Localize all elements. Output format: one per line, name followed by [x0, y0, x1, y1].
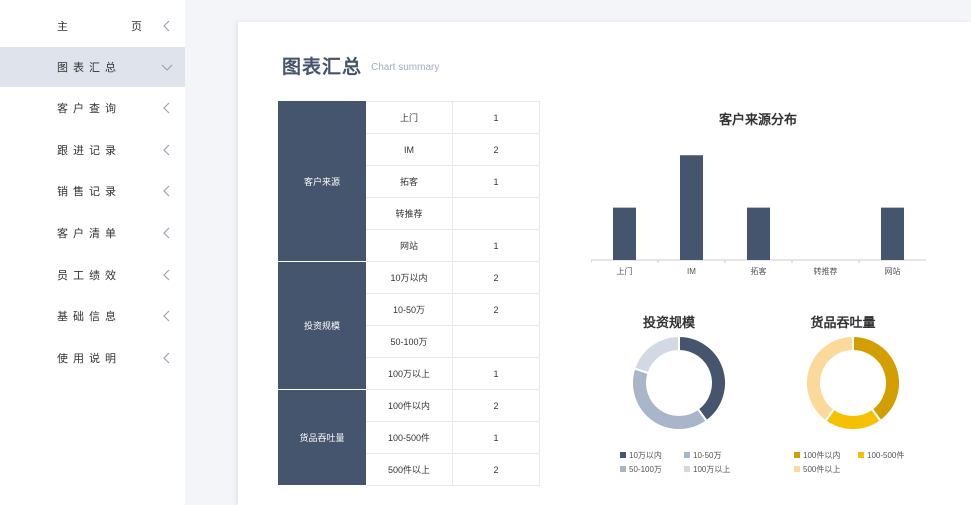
content-panel: 图表汇总 Chart summary 客户来源 上门 1 IM 2 拓客 1 转…: [238, 22, 971, 505]
x-tick-label: 转推荐: [814, 266, 838, 276]
legend-label: 10-50万: [693, 451, 721, 460]
row-label: 上门: [365, 101, 453, 134]
x-tick-label: IM: [687, 267, 696, 276]
sidebar-item-label: 销售记录: [57, 186, 121, 198]
sidebar: 主 页 图表汇总 客户查询 跟进记录 销售记录 客户清单 员工绩效 基础信息 使…: [0, 0, 185, 505]
donut-slice: [805, 336, 854, 423]
sidebar-item-user-guide[interactable]: 使用说明: [0, 338, 185, 378]
row-value: 2: [452, 261, 540, 294]
row-value: 1: [452, 229, 540, 262]
legend-label: 100万以上: [693, 465, 730, 474]
chevron-left-icon: [163, 185, 170, 197]
chevron-left-icon: [163, 227, 170, 239]
sidebar-item-follow-up[interactable]: 跟进记录: [0, 130, 185, 170]
row-label: 100万以上: [365, 357, 453, 390]
bar-chart: 上门 IM 拓客 转推荐 网站: [591, 155, 926, 276]
sidebar-item-label: 使用说明: [57, 353, 121, 365]
row-label: 10-50万: [365, 293, 453, 326]
row-label: 拓客: [365, 165, 453, 198]
legend-swatch: [684, 452, 690, 458]
legend-label: 10万以内: [629, 450, 662, 460]
sidebar-item-label: 跟进记录: [57, 145, 121, 157]
row-value: 1: [452, 421, 540, 454]
sidebar-item-basic-info[interactable]: 基础信息: [0, 296, 185, 336]
legend-label: 100-500件: [867, 450, 904, 460]
sidebar-item-label: 基础信息: [57, 311, 121, 323]
x-tick-label: 上门: [617, 266, 633, 276]
legend-swatch: [620, 452, 626, 458]
donut-chart-title: 货品吞吐量: [810, 315, 876, 330]
bar: [881, 207, 904, 260]
chevron-left-icon: [163, 352, 170, 364]
sidebar-item-home[interactable]: 主 页: [0, 6, 185, 46]
group-cell: 客户来源: [278, 101, 366, 262]
page-title: 图表汇总: [282, 57, 363, 78]
row-value: 1: [452, 165, 540, 198]
sidebar-item-customer-query[interactable]: 客户查询: [0, 88, 185, 128]
sidebar-item-label: 员工绩效: [57, 270, 121, 282]
chevron-left-icon: [163, 310, 170, 322]
row-label: 100件以内: [365, 389, 453, 422]
bar-chart-title: 客户来源分布: [718, 112, 797, 127]
donut-chart-title: 投资规模: [642, 315, 695, 330]
row-value: 2: [452, 133, 540, 166]
x-tick-label: 拓客: [751, 266, 767, 276]
table-row: 货品吞吐量 100件以内 2: [278, 389, 540, 486]
sidebar-item-label: 主 页: [57, 21, 173, 33]
table-row: 投资规模 10万以内 2: [278, 261, 540, 390]
row-value: 1: [452, 357, 540, 390]
legend-label: 100件以内: [803, 450, 840, 460]
chevron-left-icon: [163, 269, 170, 281]
row-label: 10万以内: [365, 261, 453, 294]
sidebar-item-chart-summary[interactable]: 图表汇总: [0, 47, 185, 87]
group-cell: 投资规模: [278, 261, 366, 390]
row-value: 2: [452, 453, 540, 486]
donut-slice: [678, 336, 727, 423]
donut-slice: [631, 367, 709, 431]
group-cell: 货品吞吐量: [278, 389, 366, 486]
sidebar-item-label: 客户查询: [57, 103, 121, 115]
legend-swatch: [620, 466, 626, 472]
sidebar-item-customer-list[interactable]: 客户清单: [0, 213, 185, 253]
donut-chart-investment: 10万以内 10-50万 50-100万 100万以上: [620, 336, 730, 474]
sidebar-item-label: 客户清单: [57, 228, 121, 240]
row-label: 转推荐: [365, 197, 453, 230]
row-label: IM: [365, 133, 453, 166]
donut-slice: [633, 336, 680, 375]
sidebar-item-label: 图表汇总: [57, 62, 121, 74]
legend-swatch: [794, 466, 800, 472]
chevron-left-icon: [163, 20, 170, 32]
row-value: [452, 325, 540, 358]
row-label: 网站: [365, 229, 453, 262]
bar: [680, 155, 703, 260]
summary-table: 客户来源 上门 1 IM 2 拓客 1 转推荐 网站 1 投资规模 10万以内 …: [278, 101, 540, 486]
row-value: 1: [452, 101, 540, 134]
x-tick-label: 网站: [885, 266, 901, 276]
sidebar-item-staff-performance[interactable]: 员工绩效: [0, 255, 185, 295]
sidebar-item-sales-records[interactable]: 销售记录: [0, 171, 185, 211]
row-value: 2: [452, 389, 540, 422]
legend-label: 500件以上: [803, 464, 840, 474]
donut-slice: [852, 336, 901, 423]
row-value: 2: [452, 293, 540, 326]
chevron-left-icon: [163, 102, 170, 114]
legend-label: 50-100万: [629, 465, 662, 474]
donut-slice: [823, 407, 883, 431]
row-label: 100-500件: [365, 421, 453, 454]
chevron-down-icon: [161, 64, 173, 71]
legend-swatch: [684, 466, 690, 472]
page-subtitle: Chart summary: [371, 62, 440, 73]
legend-swatch: [858, 452, 864, 458]
bar: [747, 207, 770, 260]
row-label: 50-100万: [365, 325, 453, 358]
legend-swatch: [794, 452, 800, 458]
row-label: 500件以上: [365, 453, 453, 486]
chevron-left-icon: [163, 144, 170, 156]
table-row: 客户来源 上门 1: [278, 101, 540, 262]
row-value: [452, 197, 540, 230]
donut-chart-throughput: 100件以内 100-500件 500件以上: [794, 336, 904, 474]
bar: [613, 207, 636, 260]
